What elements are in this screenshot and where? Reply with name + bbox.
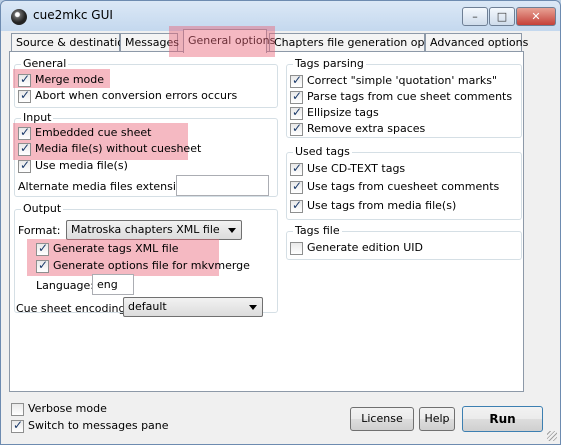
tab-highlight	[169, 26, 275, 57]
tab-source-destination[interactable]: Source & destination	[11, 33, 131, 52]
format-select[interactable]: Matroska chapters XML file	[66, 220, 242, 240]
parse-cue-comments-label: Parse tags from cue sheet comments	[307, 90, 513, 103]
format-label: Format:	[18, 224, 61, 237]
cue-sheet-encoding-label: Cue sheet encoding:	[16, 302, 130, 315]
tags-file-label: Tags file	[293, 224, 342, 237]
general-options-panel: General ✓ Merge mode ✓ Abort when conver…	[9, 51, 524, 392]
verbose-mode-label: Verbose mode	[28, 402, 107, 415]
close-button[interactable]: ✕	[516, 7, 556, 26]
minimize-button[interactable]: –	[462, 7, 488, 26]
title-bar[interactable]: cue2mkc GUI – □ ✕	[1, 1, 560, 31]
window-title: cue2mkc GUI	[33, 8, 113, 22]
use-cuesheet-comment-tags-label: Use tags from cuesheet comments	[307, 180, 500, 193]
maximize-button[interactable]: □	[489, 7, 515, 26]
alt-extensions-input[interactable]	[176, 175, 269, 196]
chevron-down-icon	[228, 228, 236, 233]
generate-edition-uid-label: Generate edition UID	[307, 241, 424, 254]
embedded-cue-sheet-label: Embedded cue sheet	[35, 126, 152, 139]
remove-extra-spaces-label: Remove extra spaces	[307, 122, 426, 135]
cue-sheet-encoding-select[interactable]: default	[123, 297, 263, 317]
used-tags-label: Used tags	[293, 145, 352, 158]
app-icon	[11, 9, 27, 25]
output-group-label: Output	[21, 202, 64, 215]
format-select-value: Matroska chapters XML file	[71, 223, 220, 236]
switch-to-messages-label: Switch to messages pane	[28, 419, 169, 432]
ellipsize-tags-label: Ellipsize tags	[307, 106, 379, 119]
language-input[interactable]: eng	[92, 274, 134, 295]
tab-chapters-file-generation-options[interactable]: Chapters file generation options	[269, 33, 451, 52]
tab-advanced-options[interactable]: Advanced options	[425, 33, 528, 52]
license-button[interactable]: License	[350, 407, 414, 431]
chevron-down-icon	[249, 305, 257, 310]
use-media-file-tags-label: Use tags from media file(s)	[307, 199, 457, 212]
resize-grip[interactable]	[547, 431, 557, 441]
run-button[interactable]: Run	[462, 406, 543, 432]
tags-parsing-label: Tags parsing	[293, 57, 366, 70]
correct-quotation-marks-label: Correct "simple 'quotation' marks"	[307, 74, 498, 87]
alt-extensions-label: Alternate media files extensions:	[18, 180, 200, 193]
abort-on-errors-label: Abort when conversion errors occurs	[35, 89, 238, 102]
generate-mkvmerge-options-label: Generate options file for mkvmerge	[53, 259, 250, 272]
cue-sheet-encoding-value: default	[128, 300, 167, 313]
generate-tags-xml-label: Generate tags XML file	[53, 242, 179, 255]
use-media-files-label: Use media file(s)	[35, 159, 128, 172]
help-button[interactable]: Help	[419, 407, 455, 431]
media-without-cuesheet-label: Media file(s) without cuesheet	[35, 142, 202, 155]
app-window: cue2mkc GUI – □ ✕ Source & destination M…	[0, 0, 561, 445]
use-cd-text-tags-label: Use CD-TEXT tags	[307, 162, 406, 175]
language-label: Language:	[36, 279, 94, 292]
merge-mode-label: Merge mode	[35, 73, 105, 86]
